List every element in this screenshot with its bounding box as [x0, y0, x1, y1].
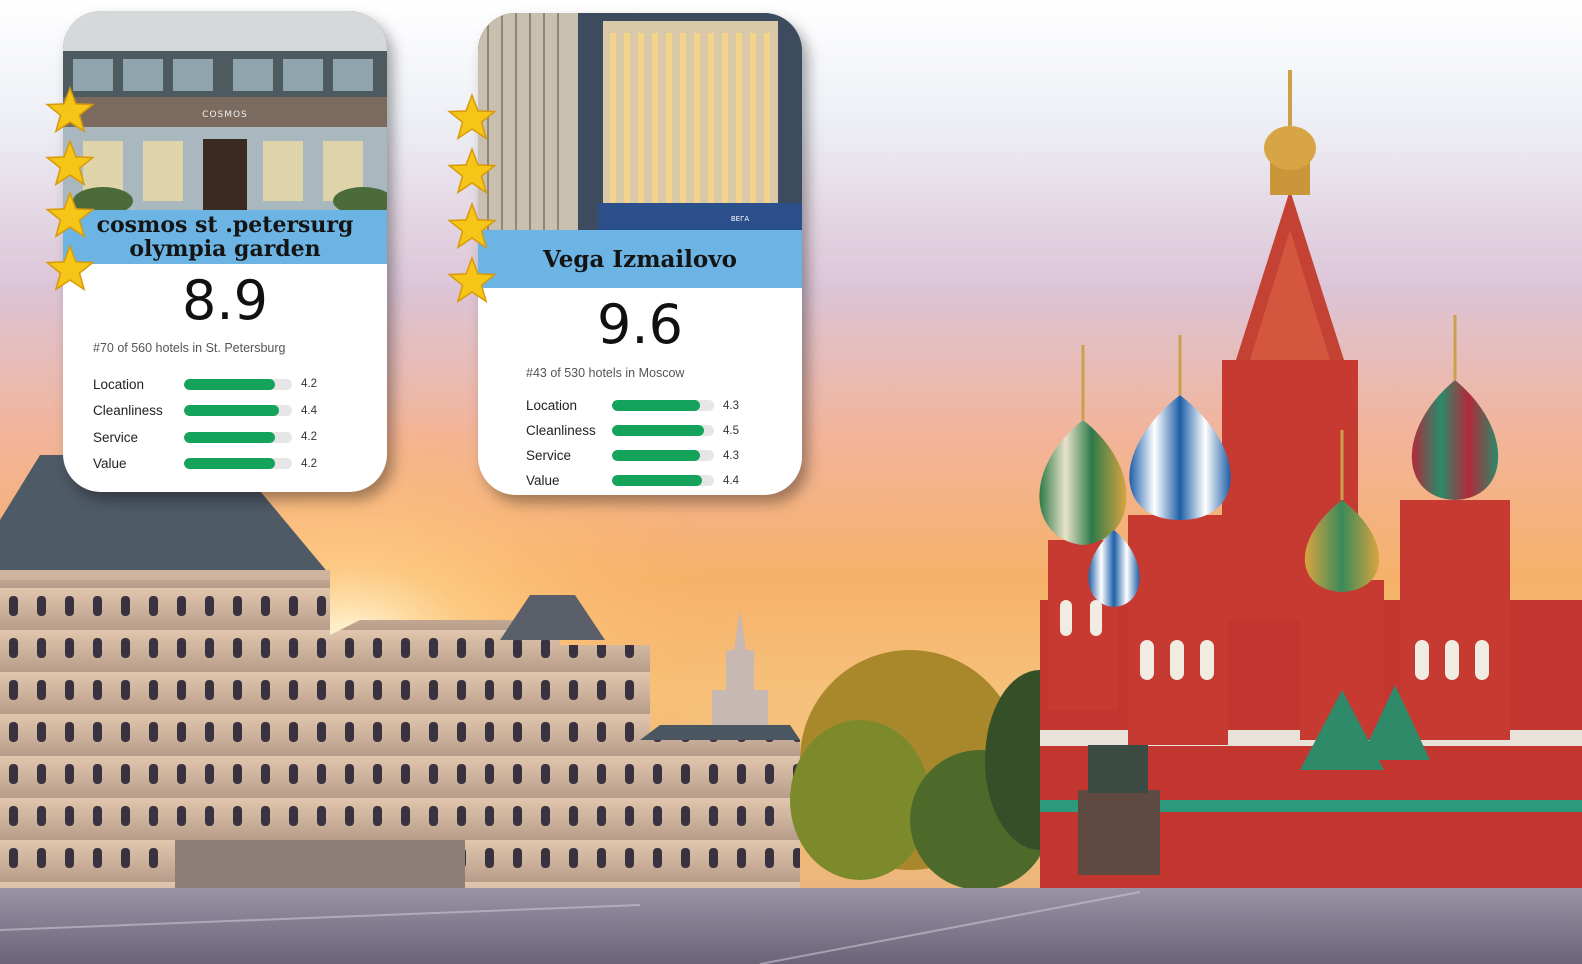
ratings-list: Location 4.2 Cleanliness 4.4 Service 4.2… — [93, 371, 317, 477]
rating-row-service: Service 4.3 — [526, 443, 739, 468]
rating-label: Location — [93, 376, 145, 392]
hotel-name-band: Vega Izmailovo — [478, 230, 802, 288]
rating-value: 4.4 — [723, 474, 739, 487]
star-icon — [447, 92, 497, 141]
hotel-rank: #70 of 560 hotels in St. Petersburg — [93, 341, 286, 355]
rating-label: Cleanliness — [93, 403, 163, 419]
rating-value: 4.5 — [723, 424, 739, 437]
rating-value: 4.2 — [301, 457, 317, 470]
rating-bar-fill — [612, 400, 700, 411]
rating-bar — [184, 378, 292, 390]
hotel-card-cosmos[interactable]: COSMOS cosmos st .petersurg olympia gard… — [63, 11, 387, 492]
hotel-score: 8.9 — [182, 269, 268, 332]
rating-value: 4.3 — [723, 449, 739, 462]
star-rating-vega — [446, 92, 500, 307]
rating-row-cleanliness: Cleanliness 4.4 — [93, 398, 317, 425]
rating-label: Value — [93, 456, 127, 472]
rating-bar — [612, 425, 714, 436]
rating-label: Service — [526, 448, 572, 463]
vega-sign: ВЕГА — [731, 215, 749, 223]
star-icon — [45, 191, 95, 239]
rating-row-value: Value 4.4 — [526, 468, 739, 493]
rating-bar-fill — [612, 450, 700, 461]
hotel-name-line1: cosmos st .petersurg — [96, 212, 354, 238]
rating-bar — [612, 400, 714, 411]
rating-bar-fill — [184, 458, 275, 470]
rating-value: 4.2 — [301, 378, 317, 391]
rating-bar — [184, 405, 292, 417]
rating-bar-fill — [612, 475, 702, 486]
rating-bar-fill — [184, 405, 280, 417]
rating-bar — [184, 431, 292, 443]
star-rating-cosmos — [44, 85, 98, 295]
hotel-rank: #43 of 530 hotels in Moscow — [526, 366, 685, 380]
rating-row-location: Location 4.3 — [526, 393, 739, 418]
hotel-photo: ВЕГА — [478, 13, 802, 231]
rating-bar-fill — [184, 378, 275, 390]
hotel-name-line2: olympia garden — [129, 236, 321, 262]
rating-row-value: Value 4.2 — [93, 451, 317, 478]
rating-value: 4.3 — [723, 399, 739, 412]
star-icon — [45, 85, 95, 134]
rating-value: 4.2 — [301, 431, 317, 444]
star-icon — [447, 201, 497, 249]
rating-value: 4.4 — [301, 404, 317, 417]
star-icon — [447, 255, 497, 304]
cosmos-sign: COSMOS — [202, 110, 248, 120]
hotel-score: 9.6 — [597, 293, 683, 356]
rating-label: Cleanliness — [526, 423, 596, 438]
ratings-list: Location 4.3 Cleanliness 4.5 Service 4.3… — [526, 393, 739, 493]
rating-bar-fill — [184, 431, 275, 443]
star-icon — [447, 147, 497, 195]
rating-bar-fill — [612, 425, 704, 436]
hotel-name: Vega Izmailovo — [543, 245, 737, 273]
rating-row-service: Service 4.2 — [93, 424, 317, 451]
hotel-name-band: cosmos st .petersurg olympia garden — [63, 210, 387, 264]
hotel-card-vega[interactable]: ВЕГА Vega Izmailovo 9.6 #43 of 530 hotel… — [478, 13, 802, 495]
rating-bar — [612, 475, 714, 486]
rating-label: Service — [93, 429, 139, 445]
rating-label: Value — [526, 473, 560, 488]
hotel-photo: COSMOS — [63, 11, 387, 211]
rating-bar — [612, 450, 714, 461]
rating-bar — [184, 458, 292, 470]
rating-row-location: Location 4.2 — [93, 371, 317, 398]
rating-label: Location — [526, 398, 578, 413]
star-icon — [45, 243, 95, 292]
rating-row-cleanliness: Cleanliness 4.5 — [526, 418, 739, 443]
star-icon — [45, 138, 95, 186]
